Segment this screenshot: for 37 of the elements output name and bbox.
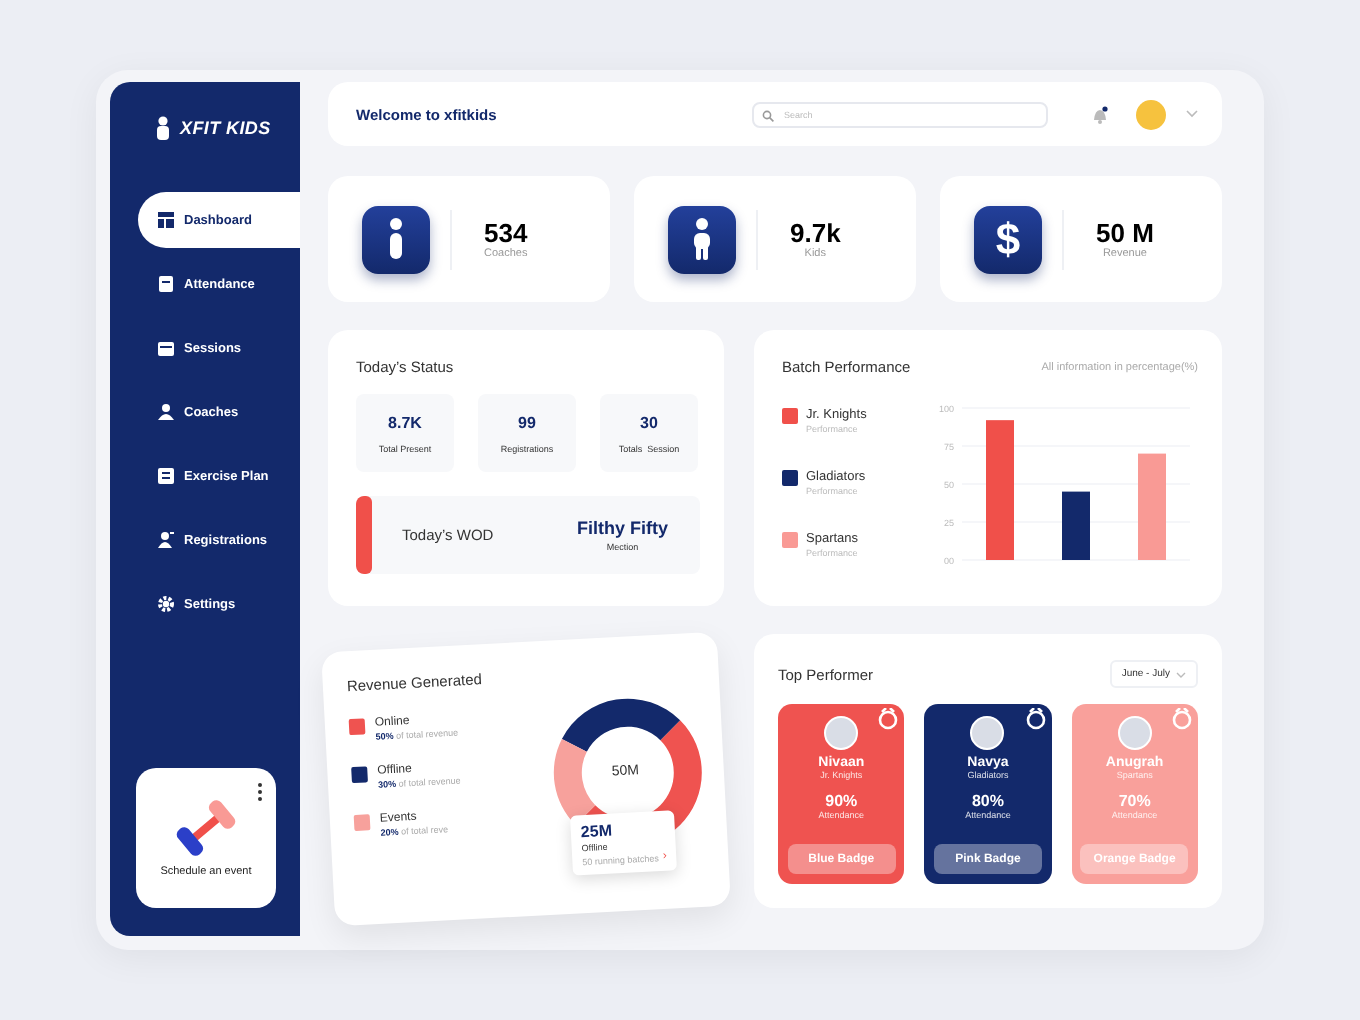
bar — [1138, 453, 1166, 560]
avatar — [1117, 716, 1152, 750]
more-icon — [256, 782, 264, 802]
tile-value: 8.7K — [388, 413, 422, 431]
kid-icon — [154, 116, 172, 140]
attendance-value: 90% — [825, 792, 858, 810]
chevron-down-icon — [1186, 110, 1198, 118]
person-plus-icon — [158, 532, 174, 548]
avatar — [970, 716, 1005, 750]
logo-text: XFIT KIDS — [180, 118, 271, 138]
tile-value: 99 — [518, 413, 536, 431]
stat-value: 534 — [484, 218, 528, 248]
bar — [1062, 491, 1090, 560]
tooltip-value: 25M — [580, 819, 615, 842]
tile-value: 30 — [640, 413, 658, 431]
search-icon — [762, 109, 774, 121]
bell-icon[interactable] — [1092, 105, 1108, 123]
person-icon — [158, 404, 174, 420]
chevron-down-icon — [1176, 671, 1186, 677]
avatar — [824, 716, 859, 750]
medal-icon — [1023, 708, 1048, 730]
stat-value: 9.7k — [790, 218, 841, 248]
list-icon — [158, 468, 174, 484]
gear-icon — [158, 596, 174, 612]
calendar-icon — [158, 340, 174, 356]
dollar-icon: $ — [974, 205, 1042, 273]
attendance-value: 70% — [1118, 792, 1151, 810]
accent-bar — [356, 496, 372, 574]
clipboard-icon — [158, 276, 174, 292]
bar — [986, 420, 1014, 560]
dumbbell-icon — [174, 799, 238, 855]
grid-icon — [158, 212, 174, 228]
wod-name: Filthy Fifty — [577, 518, 668, 538]
medal-icon — [876, 708, 901, 730]
stat-value: 50 M — [1096, 218, 1154, 248]
attendance-value: 80% — [971, 792, 1004, 810]
medal-icon — [1169, 708, 1194, 730]
